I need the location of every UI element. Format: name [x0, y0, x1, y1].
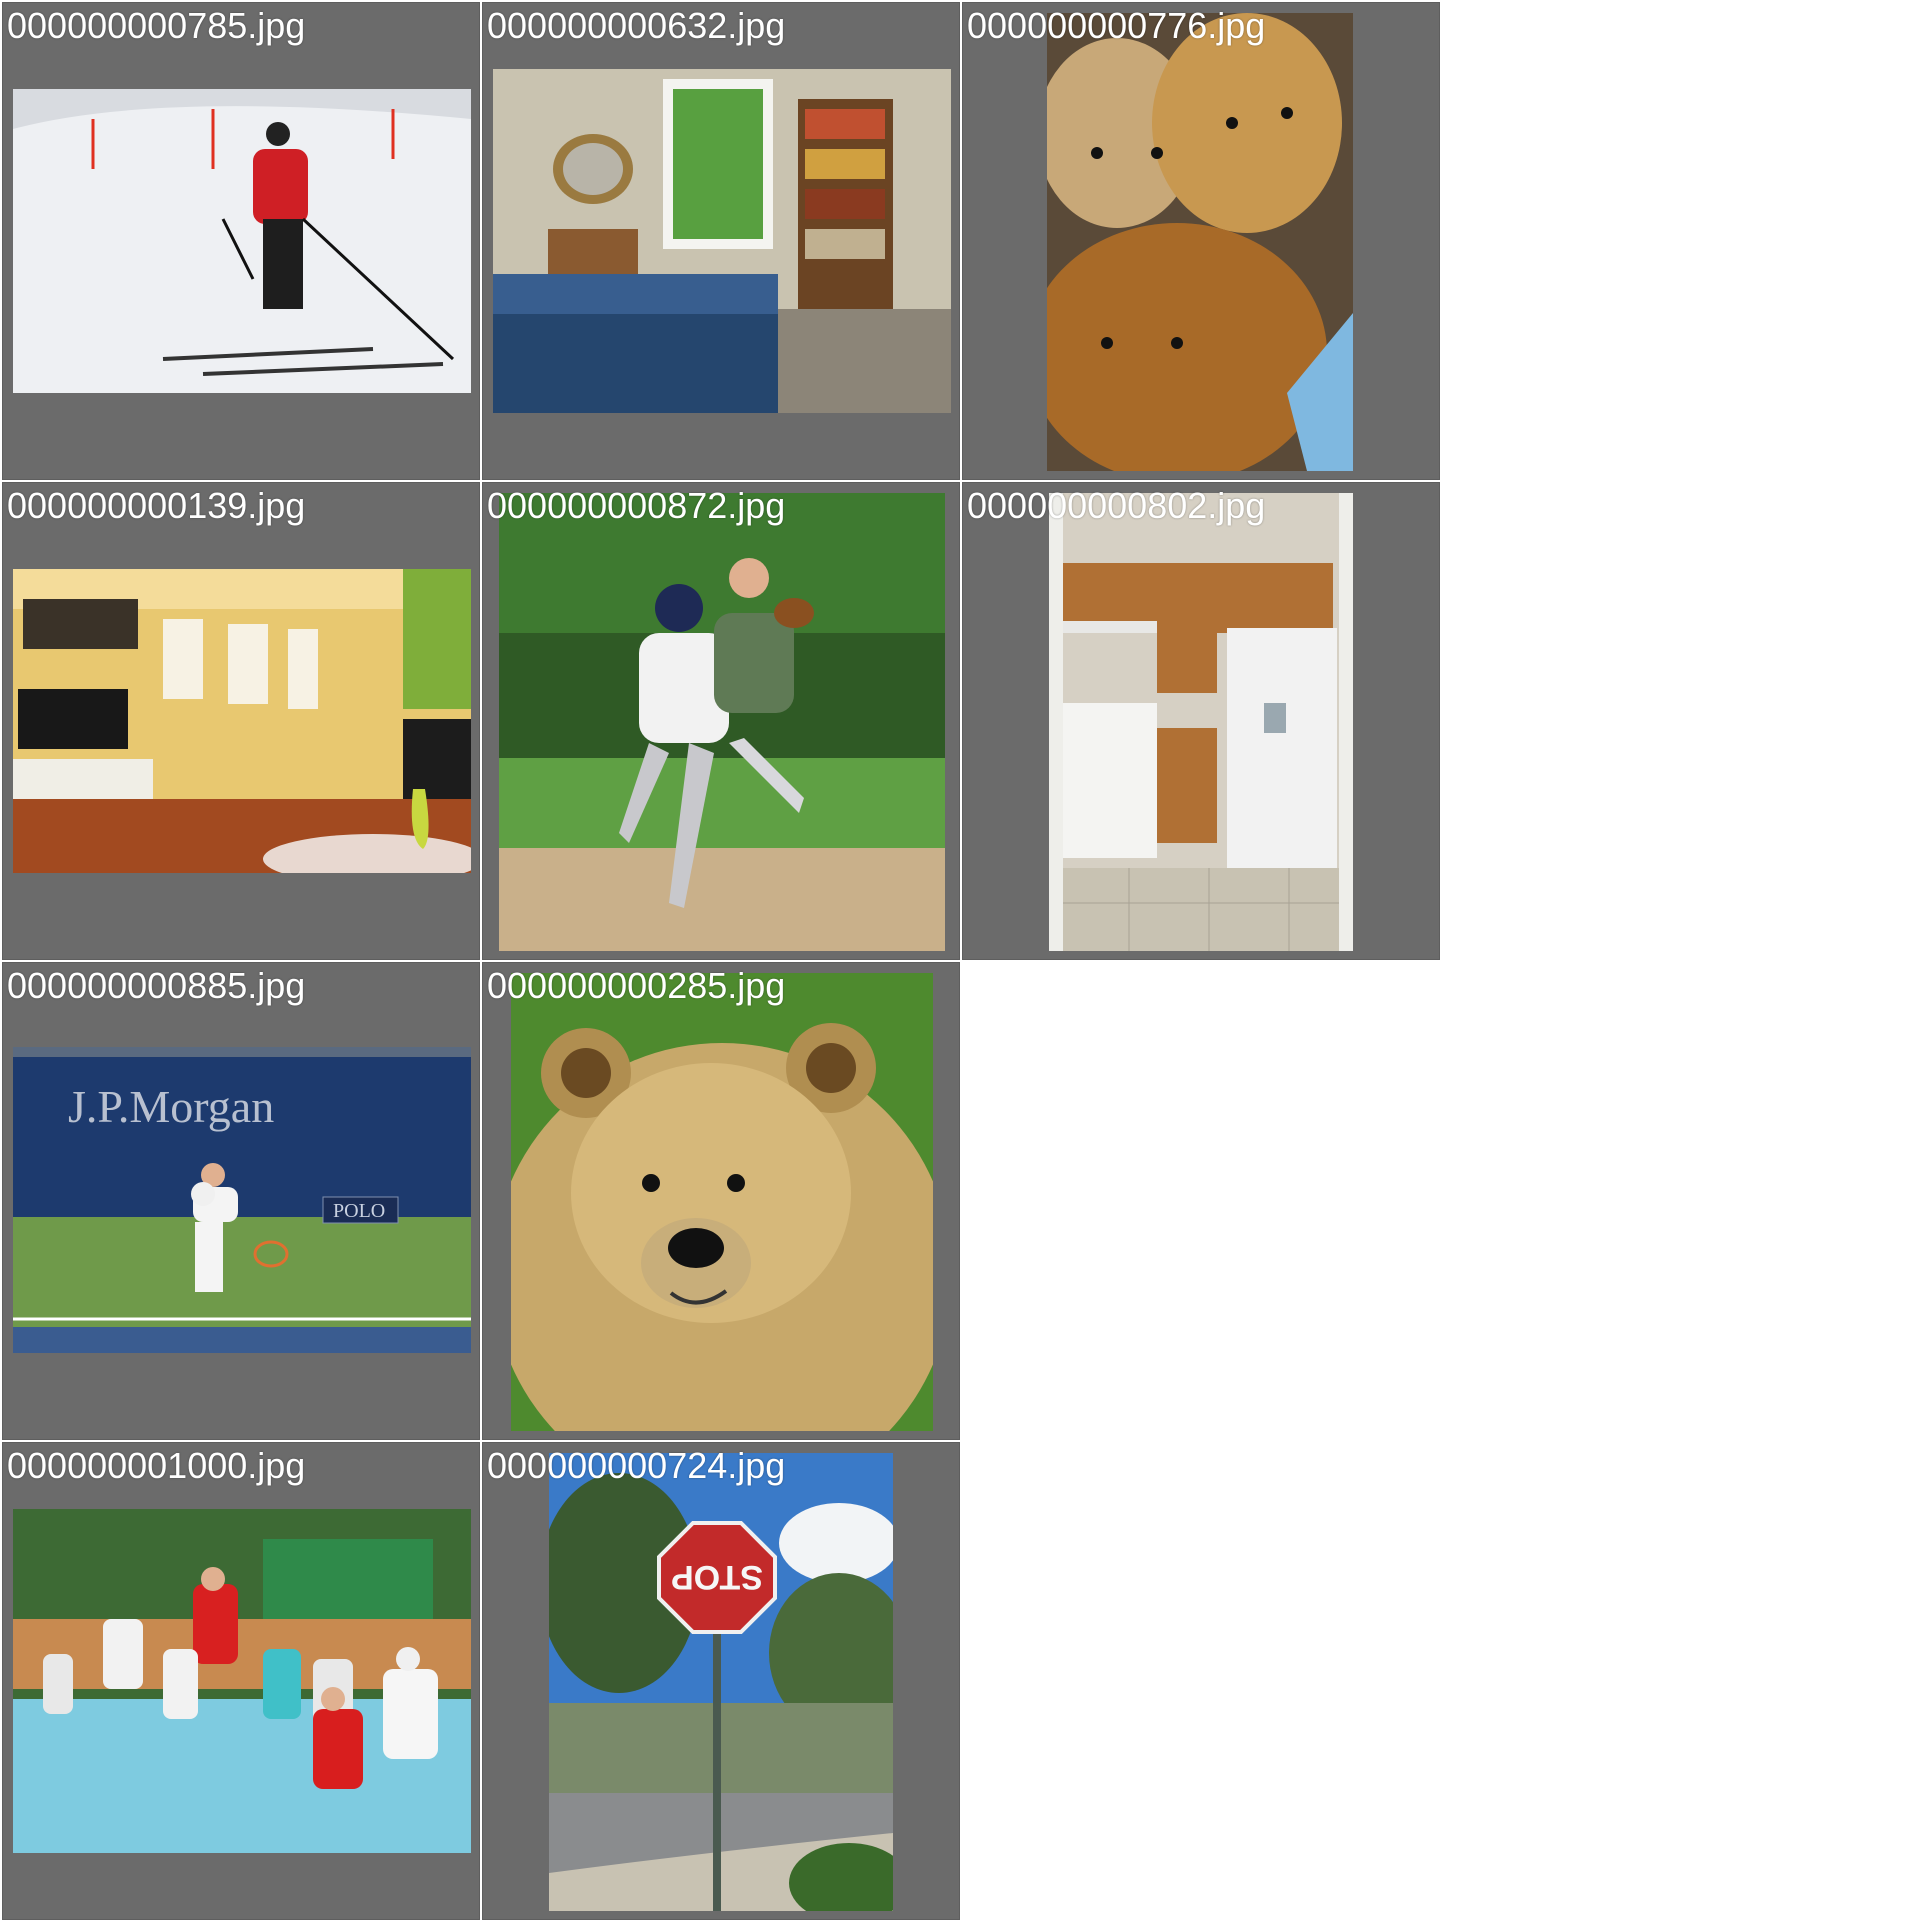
court-sign-text: POLO — [333, 1200, 385, 1222]
filename-label: 000000000872.jpg — [487, 485, 786, 526]
thumbnail-image[interactable] — [1047, 13, 1353, 471]
thumbnail-image[interactable]: J.P.Morgan POLO — [13, 1047, 471, 1353]
image-grid: 000000000785.jpg 000000000632.jpg 000000… — [0, 0, 1920, 1920]
filename-label: 000000000285.jpg — [487, 965, 786, 1006]
thumbnail-image[interactable] — [13, 569, 471, 873]
image-tile[interactable]: 000000000885.jpg J.P.Morgan POLO — [2, 962, 480, 1440]
thumbnail-image[interactable] — [13, 89, 471, 393]
filename-label: 000000000776.jpg — [967, 5, 1266, 46]
filename-label: 000000001000.jpg — [7, 1445, 306, 1486]
filename-label: 000000000724.jpg — [487, 1445, 786, 1486]
thumbnail-image[interactable]: STOP — [549, 1453, 893, 1911]
image-tile[interactable]: 000000000872.jpg — [482, 482, 960, 960]
image-tile[interactable]: 000000000139.jpg — [2, 482, 480, 960]
image-tile[interactable]: 000000000724.jpg STOP — [482, 1442, 960, 1920]
thumbnail-image[interactable] — [13, 1509, 471, 1853]
thumbnail-image[interactable] — [1049, 493, 1353, 951]
thumbnail-image[interactable] — [499, 493, 945, 951]
image-tile[interactable]: 000000000802.jpg — [962, 482, 1440, 960]
filename-label: 000000000632.jpg — [487, 5, 786, 46]
image-tile[interactable]: 000000001000.jpg — [2, 1442, 480, 1920]
image-tile[interactable]: 000000000285.jpg — [482, 962, 960, 1440]
banner-sponsor-text: J.P.Morgan — [68, 1081, 274, 1132]
filename-label: 000000000785.jpg — [7, 5, 306, 46]
filename-label: 000000000139.jpg — [7, 485, 306, 526]
image-tile[interactable]: 000000000776.jpg — [962, 2, 1440, 480]
image-tile[interactable]: 000000000785.jpg — [2, 2, 480, 480]
filename-label: 000000000802.jpg — [967, 485, 1266, 526]
image-tile[interactable]: 000000000632.jpg — [482, 2, 960, 480]
stop-sign-text: STOP — [671, 1558, 763, 1596]
filename-label: 000000000885.jpg — [7, 965, 306, 1006]
thumbnail-image[interactable] — [511, 973, 933, 1431]
thumbnail-image[interactable] — [493, 69, 951, 413]
